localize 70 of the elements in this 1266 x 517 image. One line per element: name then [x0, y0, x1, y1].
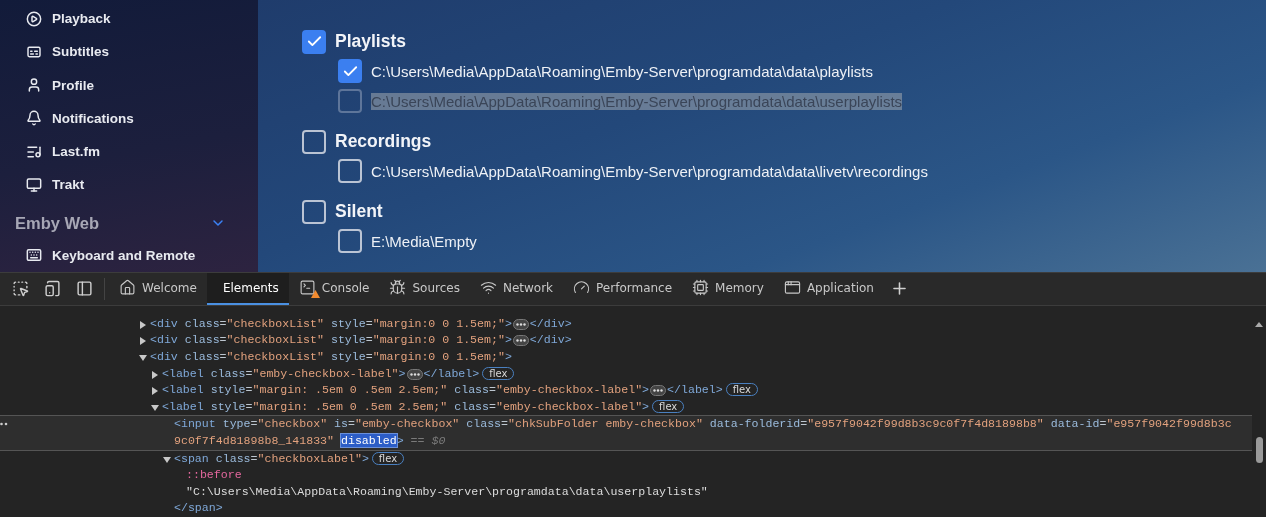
closing-tag: </span>	[174, 500, 223, 517]
folder-path: C:\Users\Media\AppData\Roaming\Emby-Server\programdata\data\userplaylists	[371, 92, 903, 110]
code-line[interactable]: ::before	[186, 467, 242, 484]
ellipsis-icon[interactable]	[650, 385, 667, 397]
bell-icon	[26, 110, 42, 127]
collapsed-triangle-icon[interactable]	[138, 336, 148, 347]
code-line[interactable]: <label style="margin: .5em 0 .5em 2.5em;" class="emby-checkbox-label">	[162, 382, 650, 399]
folder-path: E:\Media\Empty	[371, 232, 477, 250]
code-line[interactable]: "C:\Users\Media\AppData\Roaming\Emby-Server\programdata\data\userplaylists"	[186, 483, 708, 501]
devtools-tab[interactable]: Elements	[206, 272, 289, 305]
checkbox[interactable]	[302, 29, 326, 54]
scroll-thumb[interactable]	[1255, 436, 1263, 463]
code-line[interactable]: <label class="emby-checkbox-label">	[162, 365, 406, 383]
code-line[interactable]: <span class="checkboxLabel">	[174, 450, 369, 468]
section-title: Emby Web	[15, 213, 100, 233]
folder-name: Playlists	[335, 31, 407, 52]
app-window-icon	[783, 279, 801, 297]
sidebar-item-label: Last.fm	[52, 144, 100, 160]
home-icon	[119, 279, 136, 297]
closing-tag: </div>	[529, 315, 572, 333]
folder-name: Silent	[335, 201, 383, 222]
folder-path: C:\Users\Media\AppData\Roaming\Emby-Server\programdata\data\livetv\recordings	[371, 162, 928, 180]
more-dots-icon	[0, 422, 8, 427]
devtools-tab[interactable]: Network	[469, 272, 564, 305]
bug-icon	[389, 279, 407, 297]
checkbox[interactable]	[338, 59, 362, 83]
ellipsis-icon[interactable]	[406, 368, 423, 380]
collapsed-triangle-icon[interactable]	[150, 369, 160, 380]
code-line[interactable]: <div class="checkboxList" style="margin:0 0 1.5em;">	[150, 349, 512, 366]
sidebar-item[interactable]: Profile	[0, 68, 258, 102]
ellipsis-icon[interactable]	[512, 318, 529, 330]
ellipsis-icon[interactable]	[512, 335, 529, 347]
monitor-icon	[26, 176, 42, 193]
collapsed-triangle-icon[interactable]	[150, 386, 160, 397]
folder-path: C:\Users\Media\AppData\Roaming\Emby-Server\programdata\data\playlists	[371, 62, 873, 80]
devtools-tab[interactable]: Performance	[563, 272, 683, 305]
code-line[interactable]: <div class="checkboxList" style="margin:0 0 1.5em;">	[150, 332, 512, 350]
code-line[interactable]: <div class="checkboxList" style="margin:0 0 1.5em;">	[150, 315, 512, 333]
sidebar-item-label: Playback	[52, 11, 111, 27]
expanded-triangle-icon[interactable]	[150, 402, 160, 413]
chip-icon	[692, 279, 710, 297]
sidebar-item-label: Profile	[52, 77, 94, 93]
folder-name: Recordings	[335, 131, 432, 152]
sidebar-item[interactable]: Trakt	[0, 168, 258, 202]
sidebar-item-label: Keyboard and Remote	[52, 247, 196, 263]
devtools-tab[interactable]: Welcome	[109, 272, 207, 305]
sidebar-item-label: Subtitles	[52, 44, 109, 60]
sidebar-item[interactable]: Keyboard and Remote	[0, 238, 258, 272]
code-line[interactable]: <label style="margin: .5em 0 .5em 2.5em;" class="emby-checkbox-label">	[162, 398, 650, 416]
closing-tag: </label>	[667, 382, 723, 399]
sidebar-item[interactable]: Playback	[0, 2, 258, 36]
keyboard-icon	[26, 247, 42, 264]
user-icon	[26, 77, 42, 94]
devtools-tab[interactable]: Console	[288, 272, 380, 305]
devtools-tab[interactable]: Application	[773, 272, 884, 305]
closing-tag: </label>	[423, 365, 480, 383]
sidebar-item[interactable]: Notifications	[0, 101, 258, 135]
devtools-tab[interactable]: Sources	[379, 272, 470, 305]
collapsed-triangle-icon[interactable]	[138, 319, 148, 330]
sidebar-item-label: Notifications	[52, 110, 134, 126]
terminal-icon	[298, 279, 316, 297]
wifi-icon	[479, 279, 497, 297]
play-circle-icon	[26, 10, 42, 27]
sidebar-item-label: Trakt	[52, 177, 85, 193]
expanded-triangle-icon[interactable]	[162, 454, 172, 465]
closing-tag: </div>	[529, 332, 572, 350]
sidebar-item[interactable]: Last.fm	[0, 134, 258, 169]
sidebar-item[interactable]: Subtitles	[0, 35, 258, 69]
scroll-up-icon[interactable]	[1255, 321, 1263, 327]
devtools-tab[interactable]: Memory	[682, 272, 774, 305]
